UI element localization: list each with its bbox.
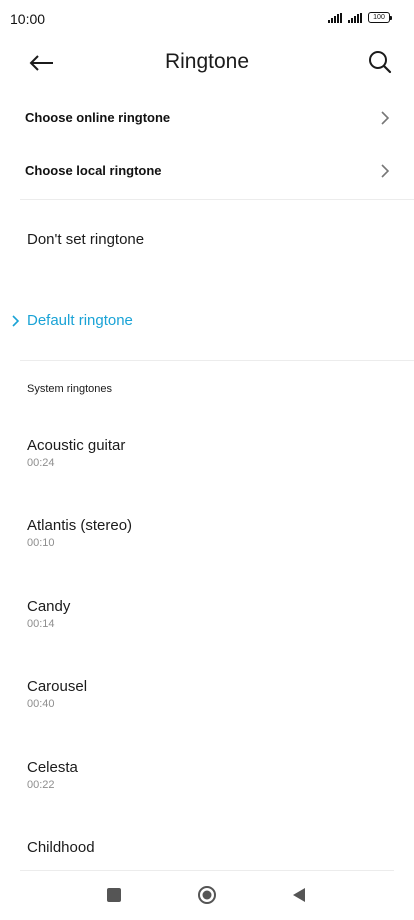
ringtone-item[interactable]: Candy 00:14 xyxy=(27,598,70,631)
ringtone-item[interactable]: Acoustic guitar 00:24 xyxy=(27,437,125,470)
divider xyxy=(20,199,414,200)
choose-online-ringtone-row[interactable]: Choose online ringtone xyxy=(0,93,414,145)
status-icons: 100 xyxy=(328,12,392,23)
ringtone-duration: 00:14 xyxy=(27,618,55,630)
recents-button[interactable] xyxy=(107,888,121,902)
section-label: System ringtones xyxy=(27,383,112,395)
ringtone-duration: 00:24 xyxy=(27,457,55,469)
selected-chevron-icon xyxy=(12,315,20,327)
ringtone-name: Acoustic guitar xyxy=(27,437,126,454)
page-title: Ringtone xyxy=(164,50,250,73)
status-bar: 10:00 100 xyxy=(0,0,414,40)
back-triangle-icon xyxy=(293,888,305,902)
choose-online-ringtone-label: Choose online ringtone xyxy=(25,110,171,125)
battery-icon: 100 xyxy=(368,12,392,23)
ringtone-name: Celesta xyxy=(27,759,78,776)
ringtone-item[interactable]: Carousel 00:40 xyxy=(27,678,87,711)
ringtone-name: Candy xyxy=(27,598,71,615)
header: Ringtone xyxy=(0,40,414,86)
ringtone-name: Carousel xyxy=(27,678,88,695)
divider xyxy=(20,360,414,361)
choose-local-ringtone-label: Choose local ringtone xyxy=(25,163,162,178)
search-button[interactable] xyxy=(366,48,394,76)
default-ringtone-item[interactable]: Default ringtone xyxy=(27,312,133,329)
ringtone-duration: 00:22 xyxy=(27,779,55,791)
chevron-right-icon xyxy=(381,111,390,125)
ringtone-duration: 00:40 xyxy=(27,698,55,710)
search-icon xyxy=(369,51,392,74)
chevron-right-icon xyxy=(381,164,390,178)
signal-icon xyxy=(348,12,362,23)
dont-set-ringtone-item[interactable]: Don't set ringtone xyxy=(27,231,144,248)
ringtone-item[interactable]: Atlantis (stereo) 00:10 xyxy=(27,517,132,550)
home-button[interactable] xyxy=(197,885,217,905)
ringtone-name: Atlantis (stereo) xyxy=(27,517,133,534)
ringtone-duration: 00:10 xyxy=(27,537,55,549)
home-circle-icon xyxy=(198,886,216,904)
ringtone-item[interactable]: Celesta 00:22 xyxy=(27,759,78,792)
status-time: 10:00 xyxy=(10,11,46,27)
signal-icon xyxy=(328,12,342,23)
choose-local-ringtone-row[interactable]: Choose local ringtone xyxy=(0,146,414,198)
system-nav-bar xyxy=(0,871,414,920)
system-back-button[interactable] xyxy=(290,886,308,904)
list-cutoff xyxy=(0,855,414,870)
